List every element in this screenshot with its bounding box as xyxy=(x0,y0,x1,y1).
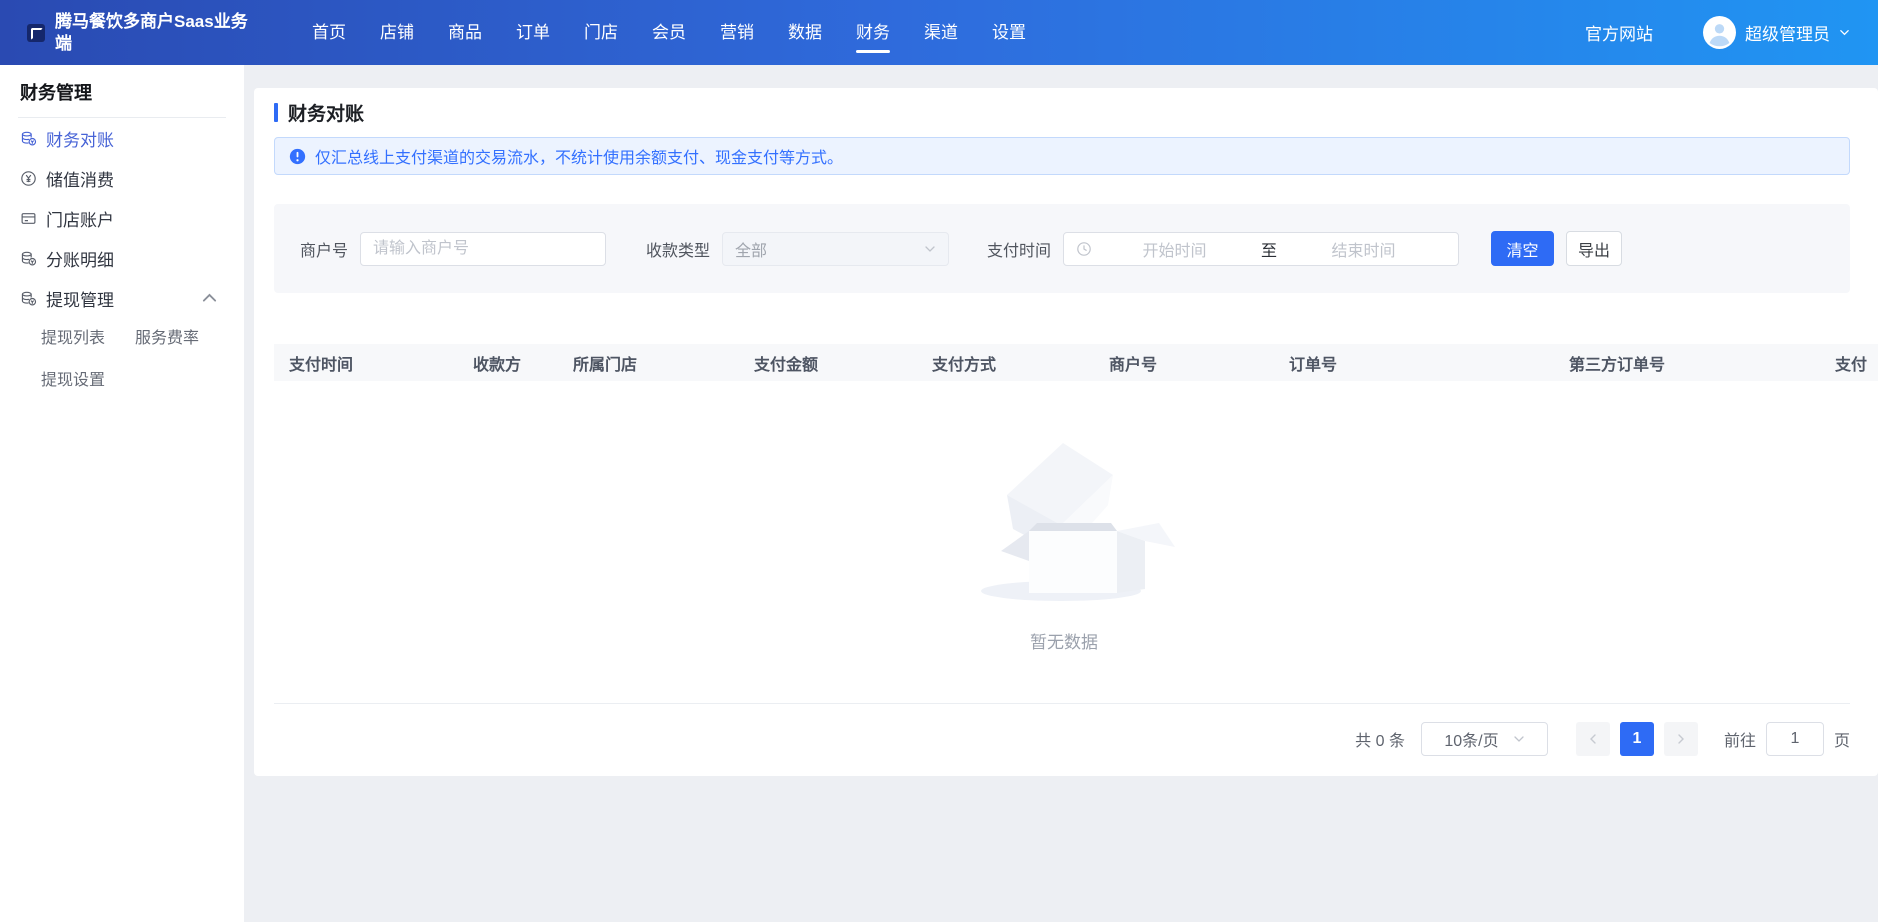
nav-item[interactable]: 营销 xyxy=(718,0,756,65)
page-title: 财务对账 xyxy=(288,99,364,126)
sidebar-item[interactable]: 储值消费 xyxy=(0,158,244,198)
clear-button[interactable]: 清空 xyxy=(1491,231,1554,266)
empty-text: 暂无数据 xyxy=(1030,628,1098,653)
coins-icon xyxy=(20,290,37,307)
content-card: 财务对账 仅汇总线上支付渠道的交易流水，不统计使用余额支付、现金支付等方式。 商… xyxy=(254,88,1878,776)
alert-text: 仅汇总线上支付渠道的交易流水，不统计使用余额支付、现金支付等方式。 xyxy=(315,144,843,168)
table-column-header: 支付 xyxy=(1820,351,1878,375)
next-page-button[interactable] xyxy=(1664,722,1698,756)
table-column-header: 第三方订单号 xyxy=(1554,351,1820,375)
time-label: 支付时间 xyxy=(987,237,1051,261)
nav-item[interactable]: 门店 xyxy=(582,0,620,65)
range-separator: 至 xyxy=(1257,237,1281,261)
page-size-value: 10条/页 xyxy=(1444,727,1498,751)
type-select[interactable]: 全部 xyxy=(722,232,949,266)
clock-icon xyxy=(1076,241,1092,257)
nav-item[interactable]: 数据 xyxy=(786,0,824,65)
nav-item[interactable]: 首页 xyxy=(310,0,348,65)
sidebar-subitem[interactable]: 提现设置 xyxy=(41,360,135,402)
chevron-down-icon xyxy=(1839,27,1850,38)
nav-item[interactable]: 商品 xyxy=(446,0,484,65)
sidebar-item[interactable]: 提现管理 xyxy=(0,278,244,318)
prev-page-button[interactable] xyxy=(1576,722,1610,756)
title-accent-bar xyxy=(274,103,278,122)
page-title-row: 财务对账 xyxy=(274,102,1878,122)
sidebar-menu: 财务对账 储值消费 门店账户 分账明细 提现管理 xyxy=(0,118,244,318)
nav-item[interactable]: 财务 xyxy=(854,0,892,65)
sidebar: 财务管理 财务对账 储值消费 门店账户 分账明细 提现管理 提现列表服务费率提现… xyxy=(0,65,244,922)
username: 超级管理员 xyxy=(1745,20,1830,45)
table-column-header: 订单号 xyxy=(1274,351,1554,375)
table-column-header: 收款方 xyxy=(458,351,558,375)
nav-item[interactable]: 店铺 xyxy=(378,0,416,65)
coins-icon xyxy=(20,130,37,147)
main-content: 财务对账 仅汇总线上支付渠道的交易流水，不统计使用余额支付、现金支付等方式。 商… xyxy=(244,65,1878,922)
empty-box-illustration xyxy=(949,431,1179,614)
goto-unit: 页 xyxy=(1834,727,1850,751)
goto-page-input[interactable] xyxy=(1766,722,1824,756)
info-alert: 仅汇总线上支付渠道的交易流水，不统计使用余额支付、现金支付等方式。 xyxy=(274,137,1850,175)
nav-item[interactable]: 会员 xyxy=(650,0,688,65)
brand: 腾马餐饮多商户Saas业务端 xyxy=(27,11,272,55)
filter-panel: 商户号 收款类型 全部 支付时间 开始时间 至 结束时间 xyxy=(274,204,1850,293)
sidebar-item[interactable]: 分账明细 xyxy=(0,238,244,278)
chevron-down-icon xyxy=(1513,733,1525,745)
coins-icon xyxy=(20,250,37,267)
table-column-header: 商户号 xyxy=(1094,351,1274,375)
navbar-right: 官方网站 超级管理员 xyxy=(1585,16,1850,49)
type-label: 收款类型 xyxy=(646,237,710,261)
table-column-header: 支付金额 xyxy=(739,351,917,375)
end-time-placeholder: 结束时间 xyxy=(1281,237,1446,261)
sidebar-subitem[interactable]: 提现列表 xyxy=(41,318,135,360)
date-range-picker[interactable]: 开始时间 至 结束时间 xyxy=(1063,232,1459,266)
table-column-header: 所属门店 xyxy=(558,351,739,375)
type-select-value: 全部 xyxy=(735,237,767,261)
chevron-down-icon xyxy=(924,243,936,255)
page-number-button[interactable]: 1 xyxy=(1620,722,1654,756)
nav-item[interactable]: 渠道 xyxy=(922,0,960,65)
top-navbar: 腾马餐饮多商户Saas业务端 首页 店铺 商品 订单 门店 会员 营销 数据 财… xyxy=(0,0,1878,65)
start-time-placeholder: 开始时间 xyxy=(1092,237,1257,261)
sidebar-subitem[interactable]: 服务费率 xyxy=(135,318,244,360)
card-icon xyxy=(20,210,37,227)
merchant-input[interactable] xyxy=(360,232,606,266)
brand-logo-icon xyxy=(27,24,45,42)
merchant-label: 商户号 xyxy=(300,237,348,261)
yen-circle-icon xyxy=(20,170,37,187)
export-button[interactable]: 导出 xyxy=(1566,231,1622,266)
chevron-up-icon xyxy=(201,290,218,307)
brand-title: 腾马餐饮多商户Saas业务端 xyxy=(55,11,250,55)
total-count: 共 0 条 xyxy=(1355,727,1405,751)
sidebar-item[interactable]: 财务对账 xyxy=(0,118,244,158)
sidebar-title: 财务管理 xyxy=(0,83,244,103)
page-size-select[interactable]: 10条/页 xyxy=(1421,722,1548,756)
main-nav: 首页 店铺 商品 订单 门店 会员 营销 数据 财务 渠道 设置 xyxy=(310,0,1028,65)
table-header: 支付时间收款方所属门店支付金额支付方式商户号订单号第三方订单号支付 xyxy=(274,344,1878,381)
official-site-link[interactable]: 官方网站 xyxy=(1585,20,1653,45)
pagination: 共 0 条 10条/页 1 前往 页 xyxy=(274,704,1878,774)
table-column-header: 支付时间 xyxy=(274,351,458,375)
info-icon xyxy=(289,148,306,165)
empty-state: 暂无数据 xyxy=(262,381,1866,703)
user-menu[interactable]: 超级管理员 xyxy=(1703,16,1850,49)
sidebar-submenu: 提现列表服务费率提现设置 xyxy=(0,318,244,402)
table-column-header: 支付方式 xyxy=(917,351,1094,375)
goto-label: 前往 xyxy=(1724,727,1756,751)
nav-item[interactable]: 设置 xyxy=(990,0,1028,65)
nav-item[interactable]: 订单 xyxy=(514,0,552,65)
sidebar-item[interactable]: 门店账户 xyxy=(0,198,244,238)
avatar-icon xyxy=(1703,16,1736,49)
